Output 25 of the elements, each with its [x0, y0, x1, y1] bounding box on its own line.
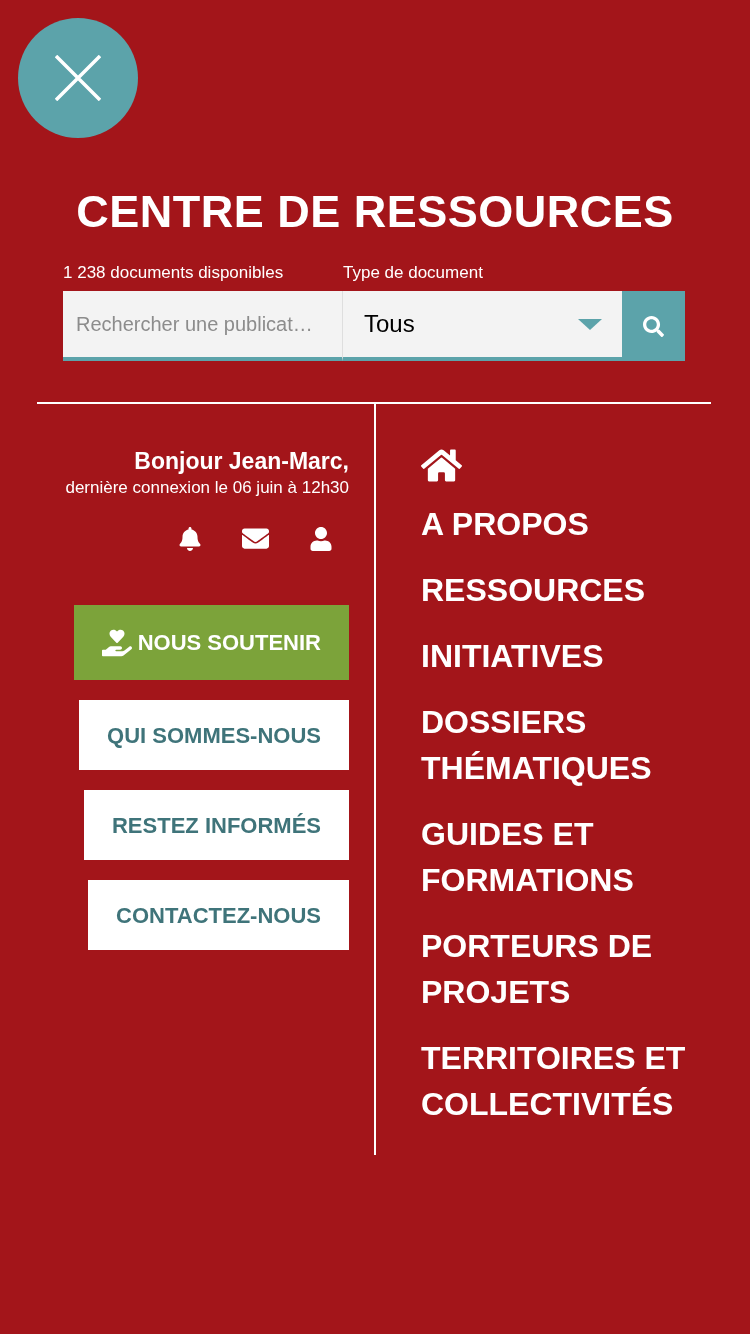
caret-icon — [578, 318, 602, 330]
nav-link[interactable]: GUIDES ET FORMATIONS — [421, 811, 711, 903]
close-icon — [55, 55, 101, 101]
document-count: 1 238 documents disponibles — [63, 262, 284, 284]
user-icon[interactable] — [309, 526, 333, 551]
nav-link[interactable]: PORTEURS DE PROJETS — [421, 923, 711, 1015]
envelope-icon[interactable] — [242, 525, 269, 552]
search-field[interactable]: Rechercher une publicat… — [63, 291, 342, 361]
menu-button[interactable]: QUI SOMMES-NOUS — [79, 700, 349, 770]
greeting: Bonjour Jean-Marc, — [134, 447, 349, 476]
search-icon — [643, 315, 664, 337]
page-title: CENTRE DE RESSOURCES — [76, 185, 674, 239]
hand-heart-icon — [101, 627, 132, 658]
document-type-select[interactable]: Tous — [342, 291, 622, 361]
search-button[interactable] — [622, 291, 685, 361]
nav-link[interactable]: TERRITOIRES ET COLLECTIVITÉS — [421, 1035, 711, 1127]
last-login: dernière connexion le 06 juin à 12h30 — [65, 477, 349, 499]
nav-link[interactable]: INITIATIVES — [421, 633, 604, 679]
bell-icon[interactable] — [178, 526, 202, 551]
menu-button[interactable]: RESTEZ INFORMÉS — [84, 790, 349, 860]
menu-button[interactable]: CONTACTEZ-NOUS — [88, 880, 349, 950]
nav-link[interactable]: A PROPOS — [421, 501, 589, 547]
nav-link[interactable]: RESSOURCES — [421, 567, 646, 613]
document-type-label: Type de document — [343, 262, 483, 284]
nav-link[interactable]: DOSSIERS THÉMATIQUES — [421, 699, 711, 791]
